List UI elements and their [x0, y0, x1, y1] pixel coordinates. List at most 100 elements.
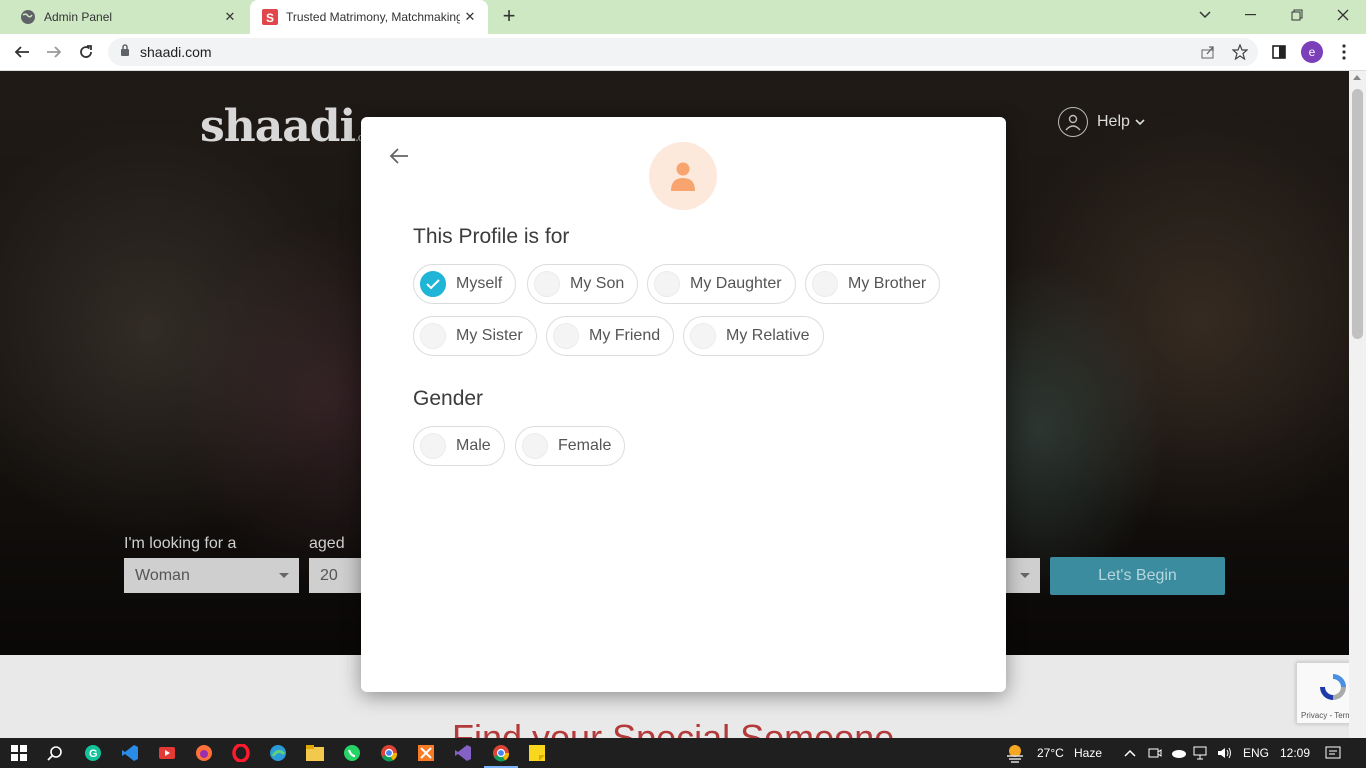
- network-icon[interactable]: [1190, 742, 1212, 764]
- option-label: My Daughter: [690, 275, 782, 292]
- tab-title: Admin Panel: [44, 10, 113, 24]
- lock-icon: [120, 43, 130, 61]
- option-label: My Relative: [726, 327, 810, 344]
- option-my-brother[interactable]: My Brother: [805, 264, 941, 304]
- tab-title: Trusted Matrimony, Matchmaking: [286, 10, 460, 24]
- option-my-sister[interactable]: My Sister: [413, 316, 537, 356]
- meet-now-icon[interactable]: [1144, 742, 1166, 764]
- option-label: My Friend: [589, 327, 661, 344]
- help-label: Help: [1097, 113, 1130, 130]
- address-bar[interactable]: shaadi.com: [108, 38, 1258, 66]
- opera-icon[interactable]: [230, 742, 252, 764]
- onedrive-cloud-icon[interactable]: [1167, 742, 1189, 764]
- minimize-button[interactable]: [1228, 0, 1274, 30]
- close-window-button[interactable]: [1320, 0, 1366, 30]
- chevron-down-icon: [1135, 113, 1145, 131]
- logo-text: shaadi: [200, 101, 356, 152]
- gender-option-female[interactable]: Female: [515, 426, 626, 466]
- option-my-son[interactable]: My Son: [527, 264, 639, 304]
- profile-for-title: This Profile is for: [413, 225, 570, 248]
- radio-circle-icon: [654, 271, 680, 297]
- windows-taskbar: G 27°C Haze ENG 12:09: [0, 738, 1366, 768]
- restore-button[interactable]: [1274, 0, 1320, 30]
- firefox-icon[interactable]: [193, 742, 215, 764]
- option-my-friend[interactable]: My Friend: [546, 316, 675, 356]
- browser-toolbar: shaadi.com e: [0, 34, 1366, 71]
- svg-text:S: S: [266, 11, 274, 25]
- person-icon: [671, 162, 695, 191]
- profile-avatar[interactable]: e: [1301, 41, 1323, 63]
- recaptcha-icon: [1320, 674, 1346, 700]
- user-icon: [1058, 107, 1088, 137]
- reload-icon[interactable]: [74, 40, 98, 64]
- side-panel-icon[interactable]: [1269, 42, 1289, 62]
- chevron-up-icon[interactable]: [1119, 742, 1141, 764]
- close-tab-icon[interactable]: ✕: [220, 9, 240, 25]
- whatsapp-icon[interactable]: [341, 742, 363, 764]
- religion-select[interactable]: [1006, 558, 1040, 593]
- radio-circle-icon: [812, 271, 838, 297]
- scroll-up-arrow-icon[interactable]: [1353, 75, 1361, 80]
- looking-for-select[interactable]: Woman: [124, 558, 299, 593]
- lets-begin-button[interactable]: Let's Begin: [1050, 557, 1225, 595]
- weather-temp: 27°C: [1037, 746, 1064, 760]
- aged-label: aged: [309, 535, 345, 552]
- tab-shaadi[interactable]: S Trusted Matrimony, Matchmaking ✕: [250, 0, 488, 34]
- visual-studio-icon[interactable]: [452, 742, 474, 764]
- forward-arrow-icon[interactable]: [42, 40, 66, 64]
- radio-circle-icon: [534, 271, 560, 297]
- aged-from-select[interactable]: 20: [309, 558, 361, 593]
- profile-for-modal: This Profile is for Myself My Son My Dau…: [361, 117, 1006, 692]
- clock-time[interactable]: 12:09: [1280, 746, 1310, 760]
- avatar: [649, 142, 717, 210]
- tab-search-icon[interactable]: [1182, 0, 1228, 30]
- option-myself[interactable]: Myself: [413, 264, 517, 304]
- xampp-icon[interactable]: [415, 742, 437, 764]
- menu-dots-icon[interactable]: [1334, 42, 1354, 62]
- svg-text:G: G: [89, 748, 98, 760]
- radio-circle-icon: [522, 433, 548, 459]
- shaadi-favicon-icon: S: [262, 9, 278, 25]
- option-label: My Son: [570, 275, 625, 292]
- grammarly-icon[interactable]: G: [82, 742, 104, 764]
- share-icon[interactable]: [1198, 42, 1218, 62]
- sticky-notes-icon[interactable]: [526, 742, 548, 764]
- tab-admin-panel[interactable]: Admin Panel ✕: [8, 0, 248, 34]
- gender-option-male[interactable]: Male: [413, 426, 505, 466]
- option-my-daughter[interactable]: My Daughter: [647, 264, 796, 304]
- anydesk-icon[interactable]: [156, 742, 178, 764]
- speaker-icon[interactable]: [1214, 742, 1236, 764]
- url-text: shaadi.com: [140, 44, 212, 60]
- dropdown-arrow-icon: [1020, 573, 1030, 578]
- notifications-icon[interactable]: [1322, 742, 1344, 764]
- radio-circle-icon: [553, 323, 579, 349]
- edge-icon[interactable]: [267, 742, 289, 764]
- weather-haze-icon[interactable]: [1004, 742, 1026, 764]
- recaptcha-text: Privacy - Terms: [1301, 711, 1356, 720]
- shaadi-logo[interactable]: shaadi.com: [200, 101, 379, 152]
- radio-circle-icon: [420, 433, 446, 459]
- option-label: My Brother: [848, 275, 927, 292]
- help-menu[interactable]: Help: [1058, 107, 1145, 137]
- back-arrow-icon[interactable]: [10, 40, 34, 64]
- option-label: My Sister: [456, 327, 523, 344]
- dropdown-arrow-icon: [279, 573, 289, 578]
- page-scrollbar[interactable]: [1349, 71, 1366, 738]
- windows-start-icon[interactable]: [8, 742, 30, 764]
- search-icon[interactable]: [44, 742, 66, 764]
- chrome-icon[interactable]: [378, 742, 400, 764]
- bookmark-star-icon[interactable]: [1230, 42, 1250, 62]
- option-label: Myself: [456, 275, 503, 292]
- new-tab-button[interactable]: +: [498, 5, 520, 27]
- option-my-relative[interactable]: My Relative: [683, 316, 824, 356]
- scrollbar-thumb[interactable]: [1352, 89, 1363, 339]
- vscode-icon[interactable]: [119, 742, 141, 764]
- globe-icon: [20, 9, 36, 25]
- gender-title: Gender: [413, 387, 484, 410]
- chrome-active-icon[interactable]: [484, 742, 518, 768]
- close-tab-icon[interactable]: ✕: [460, 9, 480, 25]
- language-indicator[interactable]: ENG: [1243, 746, 1269, 760]
- back-arrow-icon[interactable]: [388, 145, 410, 167]
- file-explorer-icon[interactable]: [304, 742, 326, 764]
- check-icon: [420, 271, 446, 297]
